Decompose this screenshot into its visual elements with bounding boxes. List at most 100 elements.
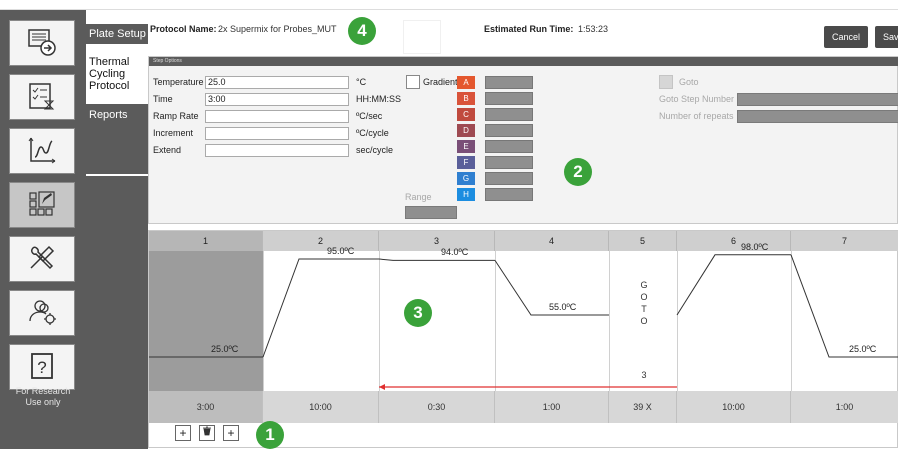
zone-label: A: [457, 76, 475, 89]
save-button[interactable]: Save: [875, 26, 898, 48]
zone-temperature-field[interactable]: [485, 92, 533, 105]
ramp-rate-label: Ramp Rate: [153, 111, 199, 121]
step-time-cell[interactable]: 10:00: [677, 391, 791, 423]
plate-layout-button[interactable]: [9, 182, 75, 228]
increment-unit: ºC/cycle: [356, 128, 389, 138]
time-unit: HH:MM:SS: [356, 94, 401, 104]
step-temperature-label: 25.0ºC: [211, 344, 239, 354]
data-analysis-icon: [26, 135, 58, 167]
run-protocol-icon: [26, 27, 58, 59]
step-options-title: Step Options: [149, 57, 898, 66]
left-rail: ? For Research Use only: [0, 10, 86, 449]
goto-step-field[interactable]: [737, 93, 898, 106]
goto-step-label: Goto Step Number: [659, 94, 735, 104]
time-label: Time: [153, 94, 173, 104]
step-options-panel: Step Options Temperature 25.0 °C Time 3:…: [148, 56, 898, 224]
zone-label: F: [457, 156, 475, 169]
repeats-label: Number of repeats: [659, 111, 734, 121]
step-time-cell[interactable]: 0:30: [379, 391, 495, 423]
checklist-timer-icon: [26, 81, 58, 113]
cancel-button[interactable]: Cancel: [824, 26, 868, 48]
trace-segment: [262, 258, 379, 358]
footer-line-2: Use only: [25, 397, 61, 407]
nav-reports[interactable]: Reports: [86, 104, 148, 174]
step-temperature-label: 95.0ºC: [327, 246, 355, 256]
user-settings-icon: [26, 297, 58, 329]
trace-segment: [378, 258, 495, 261]
nav-thermal-line-1: Thermal: [89, 56, 130, 68]
trace-segment: [790, 254, 898, 358]
protocol-name-label: Protocol Name:: [150, 24, 217, 34]
app-window: ? For Research Use only Plate Setup Ther…: [0, 0, 898, 449]
step-temperature-label: 94.0ºC: [441, 247, 469, 258]
time-field[interactable]: 3:00: [205, 93, 349, 106]
zone-label: H: [457, 188, 475, 201]
step-time-cell[interactable]: 3:00: [149, 391, 263, 423]
user-settings-button[interactable]: [9, 290, 75, 336]
zone-temperature-field[interactable]: [485, 108, 533, 121]
zone-temperature-field[interactable]: [485, 76, 533, 89]
add-step-before-button[interactable]: +: [175, 425, 191, 441]
extend-field[interactable]: [205, 144, 349, 157]
callout-badge-1: 1: [256, 421, 284, 449]
subnav-filler: [86, 176, 148, 449]
step-time-cell[interactable]: 10:00: [263, 391, 379, 423]
gradient-checkbox[interactable]: [406, 75, 420, 89]
zone-label: D: [457, 124, 475, 137]
run-time-value: 1:53:23: [578, 24, 609, 34]
range-label: Range: [405, 192, 432, 202]
zone-temperature-field[interactable]: [485, 140, 533, 153]
nav-reports-label: Reports: [89, 109, 128, 121]
zone-label: C: [457, 108, 475, 121]
step-time-cell[interactable]: 39 X: [609, 391, 677, 423]
protocol-header: Protocol Name: 2x Supermix for Probes_MU…: [148, 10, 898, 55]
goto-letter: G: [640, 280, 648, 290]
sub-nav: Plate Setup Thermal Cycling Protocol Rep…: [86, 10, 148, 449]
zone-temperature-field[interactable]: [485, 172, 533, 185]
zone-label: G: [457, 172, 475, 185]
tools-icon: [26, 243, 58, 275]
plate-layout-icon: [26, 189, 58, 221]
extend-unit: sec/cycle: [356, 145, 394, 155]
goto-checkbox[interactable]: [659, 75, 673, 89]
zone-temperature-field[interactable]: [485, 124, 533, 137]
zone-label: E: [457, 140, 475, 153]
temperature-field[interactable]: 25.0: [205, 76, 349, 89]
checklist-button[interactable]: [9, 74, 75, 120]
nav-thermal-line-2: Cycling: [89, 68, 126, 80]
increment-field[interactable]: [205, 127, 349, 140]
zone-temperature-field[interactable]: [485, 188, 533, 201]
range-field[interactable]: [405, 206, 457, 219]
protocol-graph: 1234567 25.0ºC 95.0ºC 94.0ºC 55.0ºC 98.0ºC 25…: [148, 230, 898, 448]
top-strip: [0, 0, 898, 10]
run-protocol-button[interactable]: [9, 20, 75, 66]
goto-letter: O: [640, 316, 648, 326]
data-analysis-button[interactable]: [9, 128, 75, 174]
add-step-after-button[interactable]: +: [223, 425, 239, 441]
zone-label: B: [457, 92, 475, 105]
step-time-cell[interactable]: 1:00: [791, 391, 898, 423]
goto-target: 3: [641, 370, 647, 380]
gradient-label: Gradient: [423, 77, 458, 87]
help-button[interactable]: ?: [9, 344, 75, 390]
goto-step-text: G O T O: [637, 279, 651, 327]
repeats-field[interactable]: [737, 110, 898, 123]
nav-thermal-cycling-protocol[interactable]: Thermal Cycling Protocol: [86, 46, 148, 102]
step-time-cell[interactable]: 1:00: [495, 391, 609, 423]
run-time-label: Estimated Run Time:: [484, 24, 574, 34]
footer-line-1: For Research: [15, 386, 71, 396]
trash-icon: [202, 426, 212, 438]
nav-plate-setup[interactable]: Plate Setup: [86, 24, 148, 44]
step-temperature-label: 25.0ºC: [849, 344, 877, 354]
research-use-note: For Research Use only: [0, 386, 86, 408]
blank-panel: [403, 20, 441, 54]
goto-letter: T: [641, 304, 647, 314]
tools-button[interactable]: [9, 236, 75, 282]
ramp-rate-unit: ºC/sec: [356, 111, 383, 121]
goto-letter: O: [640, 292, 648, 302]
callout-badge-3: 3: [404, 299, 432, 327]
ramp-rate-field[interactable]: [205, 110, 349, 123]
svg-text:?: ?: [37, 358, 46, 377]
delete-step-button[interactable]: [199, 425, 215, 441]
zone-temperature-field[interactable]: [485, 156, 533, 169]
